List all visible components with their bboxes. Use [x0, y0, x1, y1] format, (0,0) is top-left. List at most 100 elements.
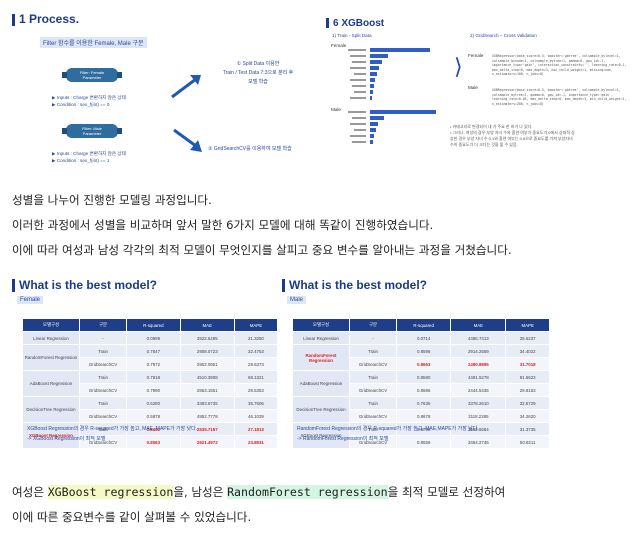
paragraph-2-line-2: 이에 따른 중요변수를 같이 살펴볼 수 있었습니다. — [12, 510, 252, 524]
col-r2: R-squared — [126, 318, 181, 332]
train-split-label: 1) Train - Split Data — [332, 33, 372, 38]
paragraph-2-text-b: 을, 남성은 — [173, 485, 228, 499]
r2-cell: 0.7972 — [126, 357, 181, 371]
male-caption-2: -> RandomForest Regression이 최적 모델 — [297, 436, 389, 442]
mape-cell: 29.6373 — [233, 357, 279, 371]
male-best-model-slide: What is the best model? Male 모델구성 구분 R-s… — [282, 272, 557, 449]
paragraph-2-line-1: 여성은 XGBoost regression을, 남성은 RandomFores… — [12, 480, 637, 505]
female-code-block: XGBRegressor(base_score=0.5, booster='gb… — [492, 54, 627, 76]
model-cell: DecisionTree Regression — [292, 396, 350, 423]
male-condition: ▶ Condition : sex_f(int) == 1 — [52, 158, 110, 163]
step1-line3: 모델 학습 — [248, 79, 268, 85]
female-condition: ▶ Condition : sex_f(int) == 0 — [52, 102, 110, 107]
male-tag: Male — [287, 296, 307, 304]
mae-cell-best: 2490.8895 — [450, 357, 507, 371]
mae-cell: 3522.5495 — [179, 331, 235, 345]
model-cell: RandomForest Regression — [22, 344, 80, 371]
mape-cell: 21.3250 — [233, 331, 279, 345]
r2-cell: 0.8596 — [395, 344, 452, 358]
r2-cell: 0.8686 — [395, 383, 452, 397]
mape-cell: 34.2620 — [505, 409, 550, 423]
r2-cell: 0.8678 — [395, 409, 452, 423]
col-mae: MAE — [179, 318, 235, 332]
gridsearch-label: 2) GridSearch – Cross Validation — [470, 33, 537, 38]
mape-cell: 34.4022 — [505, 344, 550, 358]
model-cell-best: RandomForest Regression — [292, 344, 350, 371]
r2-cell: 0.0999 — [126, 331, 181, 345]
male-chart-label: Male — [331, 107, 341, 112]
col-model: 모델구성 — [22, 318, 80, 332]
male-caption: RandomForest Regression의 경우 R-squared가 가… — [297, 424, 479, 444]
mae-cell: 2914.2559 — [450, 344, 507, 358]
male-inputs: ▶ Inputs : Charge 변환하지 않은 상태 — [52, 151, 126, 156]
mae-cell: 4510.3908 — [179, 370, 235, 384]
step2-text: ② GridSearchCV를 이용하여 모델 학습 — [208, 146, 292, 152]
xgboost-title: 6 XGBoost — [326, 18, 384, 29]
female-inputs: ▶ Inputs : Charge 변환하지 않은 상태 — [52, 95, 126, 100]
model-cell: DecisionTree Regression — [22, 396, 80, 423]
r2-cell: 0.8580 — [395, 370, 452, 384]
male-code-block: XGBRegressor(base_score=0.5, booster='gb… — [492, 88, 627, 106]
col-split: 구분 — [79, 318, 127, 332]
mape-cell: 68.1321 — [233, 370, 279, 384]
mae-cell: 2863.1551 — [179, 383, 235, 397]
mape-cell: 29.5353 — [233, 383, 279, 397]
mape-cell-best: 27.1813 — [233, 422, 279, 436]
male-filter-sub: Parameter — [82, 131, 102, 136]
split-cell: GridSearchCV — [349, 383, 397, 397]
highlight-xgboost: XGBoost regression — [47, 485, 174, 499]
split-cell: GridSearchCV — [79, 357, 127, 371]
mae-cell: 2908.0723 — [179, 344, 235, 358]
male-code-label: Male — [468, 85, 478, 90]
note-4: 수의 중요도가 더 크다는 것을 볼 수 있음. — [450, 142, 518, 147]
female-feature-importance-chart — [348, 48, 430, 100]
split-cell: GridSearchCV — [349, 357, 397, 371]
female-filter-sub: Parameter — [82, 75, 102, 80]
split-cell: Train — [349, 344, 397, 358]
table-row: Linear Regression - 0.0999 3522.5495 21.… — [22, 331, 279, 345]
highlight-randomforest: RandomForest regression — [227, 485, 388, 499]
mae-cell: 2444.5435 — [450, 383, 507, 397]
split-cell: Train — [79, 396, 127, 410]
col-mape: MAPE — [505, 318, 550, 332]
r2-cell: 0.6280 — [126, 396, 181, 410]
split-cell: GridSearchCV — [79, 409, 127, 423]
female-filter-node: Filter: Female Parameter — [62, 68, 122, 82]
female-caption: XGBoost Regression의 경우 R-squared가 가장 높고,… — [27, 424, 197, 444]
split-cell: Train — [79, 370, 127, 384]
step1-line1: ① Split Data 이용한 — [236, 61, 280, 67]
process-subtitle: Filter 함수를 이용한 Female, Male 구분 — [40, 37, 147, 48]
r2-cell: 0.0714 — [395, 331, 452, 345]
table-row: DecisionTree Regression Train 0.6280 339… — [22, 396, 279, 423]
split-cell: Train — [349, 370, 397, 384]
col-mae: MAE — [450, 318, 507, 332]
mape-cell: 32.5729 — [505, 396, 550, 410]
table-row: AdaBoost Regression Train 0.8580 4491.52… — [292, 370, 550, 397]
process-slide: 1 Process. Filter 함수를 이용한 Female, Male 구… — [8, 8, 308, 173]
r2-cell: 0.7818 — [126, 370, 181, 384]
split-cell: Train — [349, 396, 397, 410]
model-cell: AdaBoost Regression — [22, 370, 80, 397]
mape-cell: 32.4753 — [233, 344, 279, 358]
mape-cell-best: 23.8831 — [233, 435, 279, 449]
step1-text: ① Split Data 이용한 Train / Test Data 7:3으로… — [208, 60, 308, 87]
arrow-up-right-icon — [171, 75, 201, 99]
mae-cell: 2902.0951 — [179, 357, 235, 371]
mape-cell: 50.8211 — [505, 435, 550, 449]
xgboost-notes: • 카테고리로 변경되어 내 가 주요 한 비가 나 었다. • 그러나, 여성… — [450, 124, 632, 148]
paragraph-2: 여성은 XGBoost regression을, 남성은 RandomFores… — [12, 480, 637, 530]
mae-cell: 4491.5278 — [450, 370, 507, 384]
split-cell: Train — [79, 344, 127, 358]
mape-cell: 91.6623 — [505, 370, 550, 384]
paragraph-2-text-a: 여성은 — [12, 485, 48, 499]
xgboost-slide: 6 XGBoost 1) Train - Split Data 2) GridS… — [322, 14, 635, 172]
male-best-title: What is the best model? — [282, 278, 427, 293]
mae-cell: 3118.2285 — [450, 409, 507, 423]
male-caption-1: RandomForest Regression의 경우 R-squared가 가… — [297, 426, 479, 432]
female-code-label: Female — [468, 53, 484, 58]
mape-cell: 25.6237 — [505, 331, 550, 345]
bracket-icon: ⟩ — [454, 54, 463, 79]
split-cell: - — [79, 331, 127, 345]
table-row: RandomForest Regression Train 0.8596 291… — [292, 344, 550, 371]
mae-cell: 4486.7413 — [450, 331, 507, 345]
